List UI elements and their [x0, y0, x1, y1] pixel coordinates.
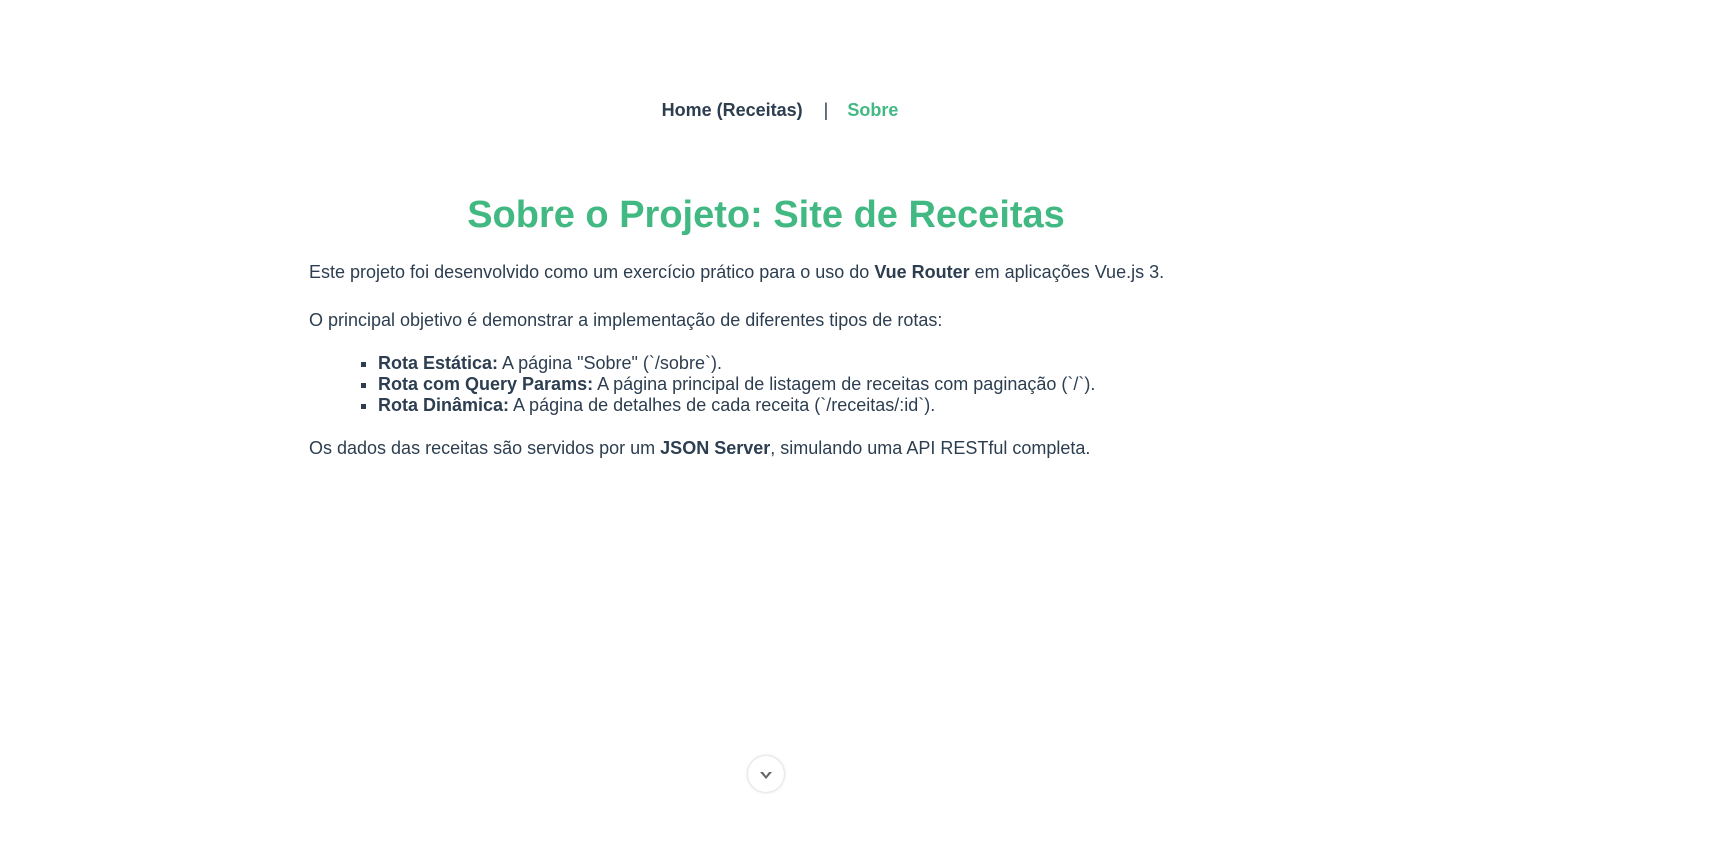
list-item-text: A página de detalhes de cada receita (`/… [509, 395, 936, 415]
page-title: Sobre o Projeto: Site de Receitas [467, 194, 1065, 236]
chevron-down-icon [760, 772, 772, 779]
list-item-text: A página principal de listagem de receit… [593, 374, 1096, 394]
intro-text: Este projeto foi desenvolvido como um ex… [309, 262, 875, 282]
nav-separator: | [823, 100, 829, 120]
objective-paragraph: O principal objetivo é demonstrar a impl… [309, 310, 943, 330]
data-source-text-end: , simulando uma API RESTful completa. [770, 438, 1091, 458]
list-item-title: Rota Dinâmica: [378, 395, 510, 415]
scroll-down-button[interactable] [748, 756, 784, 792]
nav-link-home[interactable]: Home (Receitas) [662, 100, 803, 120]
list-item: Rota Estática: A página "Sobre" (`/sobre… [378, 353, 1259, 374]
data-source-paragraph: Os dados das receitas são servidos por u… [309, 438, 1259, 459]
intro-text-end: em aplicações Vue.js 3. [969, 262, 1165, 282]
main-nav: Home (Receitas) | Sobre [0, 99, 1560, 121]
about-content: Este projeto foi desenvolvido como um ex… [309, 262, 1259, 459]
list-item-title: Rota Estática: [378, 353, 499, 373]
list-item-text: A página "Sobre" (`/sobre`). [498, 353, 722, 373]
list-item-title: Rota com Query Params: [378, 374, 594, 394]
nav-link-about[interactable]: Sobre [847, 100, 898, 120]
intro-paragraph: Este projeto foi desenvolvido como um ex… [309, 262, 1259, 283]
json-server-strong: JSON Server [660, 438, 771, 458]
data-source-text: Os dados das receitas são servidos por u… [309, 438, 661, 458]
list-item: Rota com Query Params: A página principa… [378, 374, 1259, 395]
list-item: Rota Dinâmica: A página de detalhes de c… [378, 395, 1259, 416]
routes-list: Rota Estática: A página "Sobre" (`/sobre… [309, 353, 1259, 416]
vue-router-strong: Vue Router [874, 262, 970, 282]
